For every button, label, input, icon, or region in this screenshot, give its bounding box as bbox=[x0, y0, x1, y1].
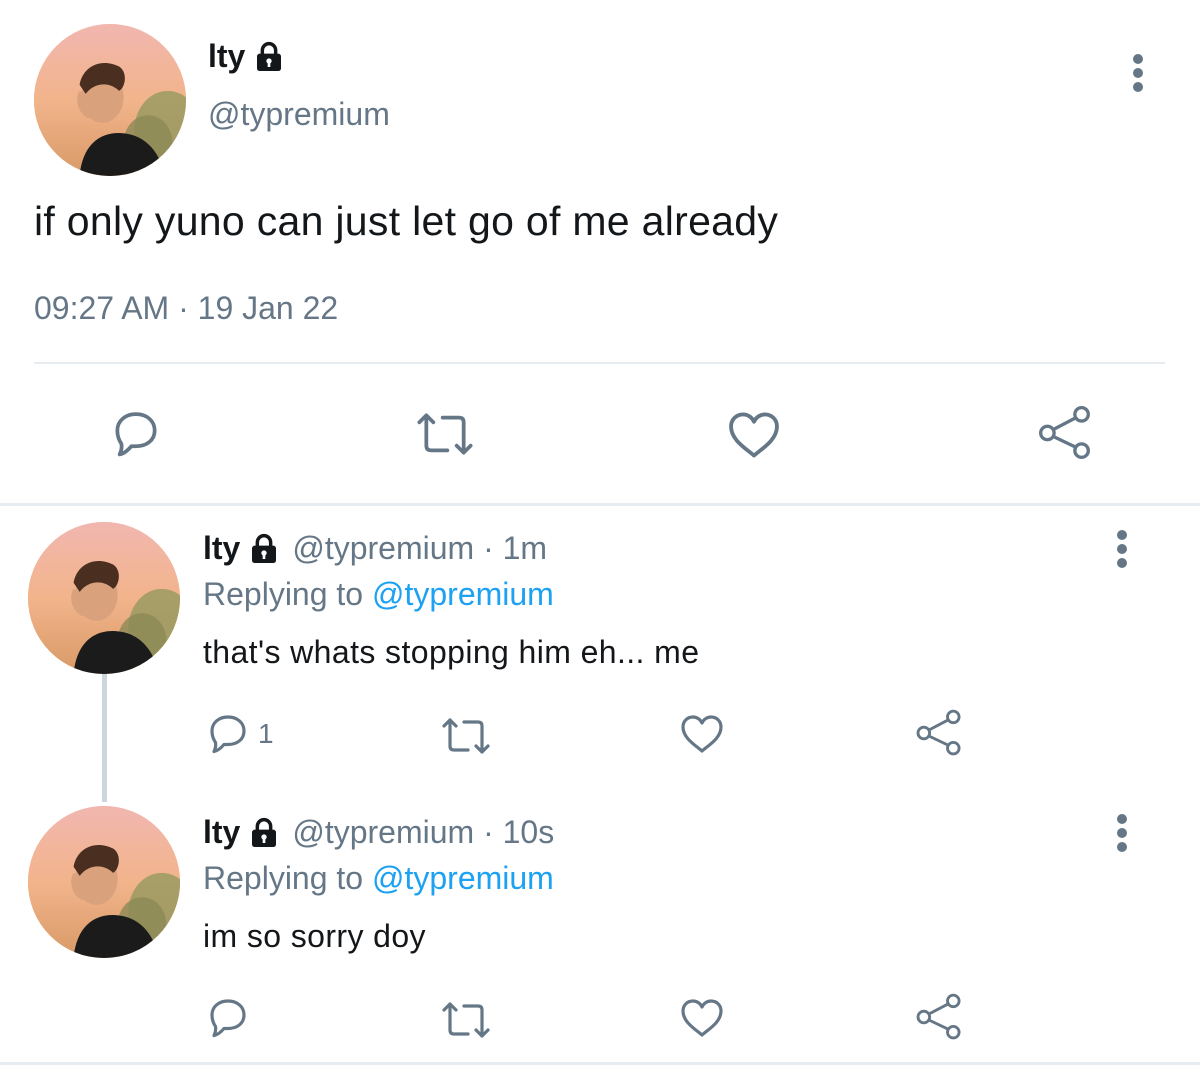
reply-text: that's whats stopping him eh... me bbox=[203, 634, 700, 670]
reply-action[interactable]: 1 bbox=[204, 710, 274, 758]
like-icon[interactable] bbox=[678, 994, 726, 1042]
tweet-timestamp: 09:27 AM · 19 Jan 22 bbox=[34, 290, 339, 326]
avatar[interactable] bbox=[28, 806, 180, 958]
lock-icon bbox=[248, 533, 280, 565]
more-options-icon[interactable] bbox=[1128, 54, 1148, 94]
replying-to-row: Replying to @typremium bbox=[203, 576, 554, 613]
share-icon[interactable] bbox=[914, 708, 964, 758]
avatar[interactable] bbox=[28, 522, 180, 674]
thread-line bbox=[102, 672, 107, 802]
reply-icon[interactable] bbox=[204, 710, 252, 758]
avatar[interactable] bbox=[34, 24, 186, 176]
reply-header: lty @typremium · 1m bbox=[203, 530, 547, 567]
retweet-icon[interactable] bbox=[412, 406, 478, 462]
reply-count: 1 bbox=[258, 718, 274, 749]
user-handle[interactable]: @typremium bbox=[208, 96, 390, 133]
retweet-icon[interactable] bbox=[438, 712, 494, 760]
retweet-icon[interactable] bbox=[438, 996, 494, 1044]
more-options-icon[interactable] bbox=[1112, 530, 1132, 570]
like-icon[interactable] bbox=[678, 710, 726, 758]
lock-icon bbox=[253, 41, 285, 73]
share-icon[interactable] bbox=[1036, 404, 1094, 462]
author-name-row: lty bbox=[208, 38, 285, 75]
tweet-text: if only yuno can just let go of me alrea… bbox=[34, 198, 779, 244]
more-options-icon[interactable] bbox=[1112, 814, 1132, 854]
section-divider bbox=[0, 503, 1200, 506]
replying-to-link[interactable]: @typremium bbox=[372, 860, 554, 896]
reply-text: im so sorry doy bbox=[203, 918, 426, 954]
replying-to-link[interactable]: @typremium bbox=[372, 576, 554, 612]
like-icon[interactable] bbox=[725, 406, 783, 464]
replying-to-label: Replying to bbox=[203, 860, 364, 896]
bottom-divider bbox=[0, 1062, 1200, 1065]
divider bbox=[34, 362, 1165, 364]
display-name[interactable]: lty bbox=[208, 38, 245, 75]
reply-icon[interactable] bbox=[204, 994, 252, 1042]
replying-to-row: Replying to @typremium bbox=[203, 860, 554, 897]
handle-time: @typremium · 1m bbox=[292, 530, 548, 566]
lock-icon bbox=[248, 817, 280, 849]
display-name[interactable]: lty bbox=[203, 530, 240, 567]
handle-time: @typremium · 10s bbox=[292, 814, 555, 850]
share-icon[interactable] bbox=[914, 992, 964, 1042]
reply-icon[interactable] bbox=[108, 406, 164, 462]
reply-header: lty @typremium · 10s bbox=[203, 814, 554, 851]
replying-to-label: Replying to bbox=[203, 576, 364, 612]
display-name[interactable]: lty bbox=[203, 814, 240, 851]
